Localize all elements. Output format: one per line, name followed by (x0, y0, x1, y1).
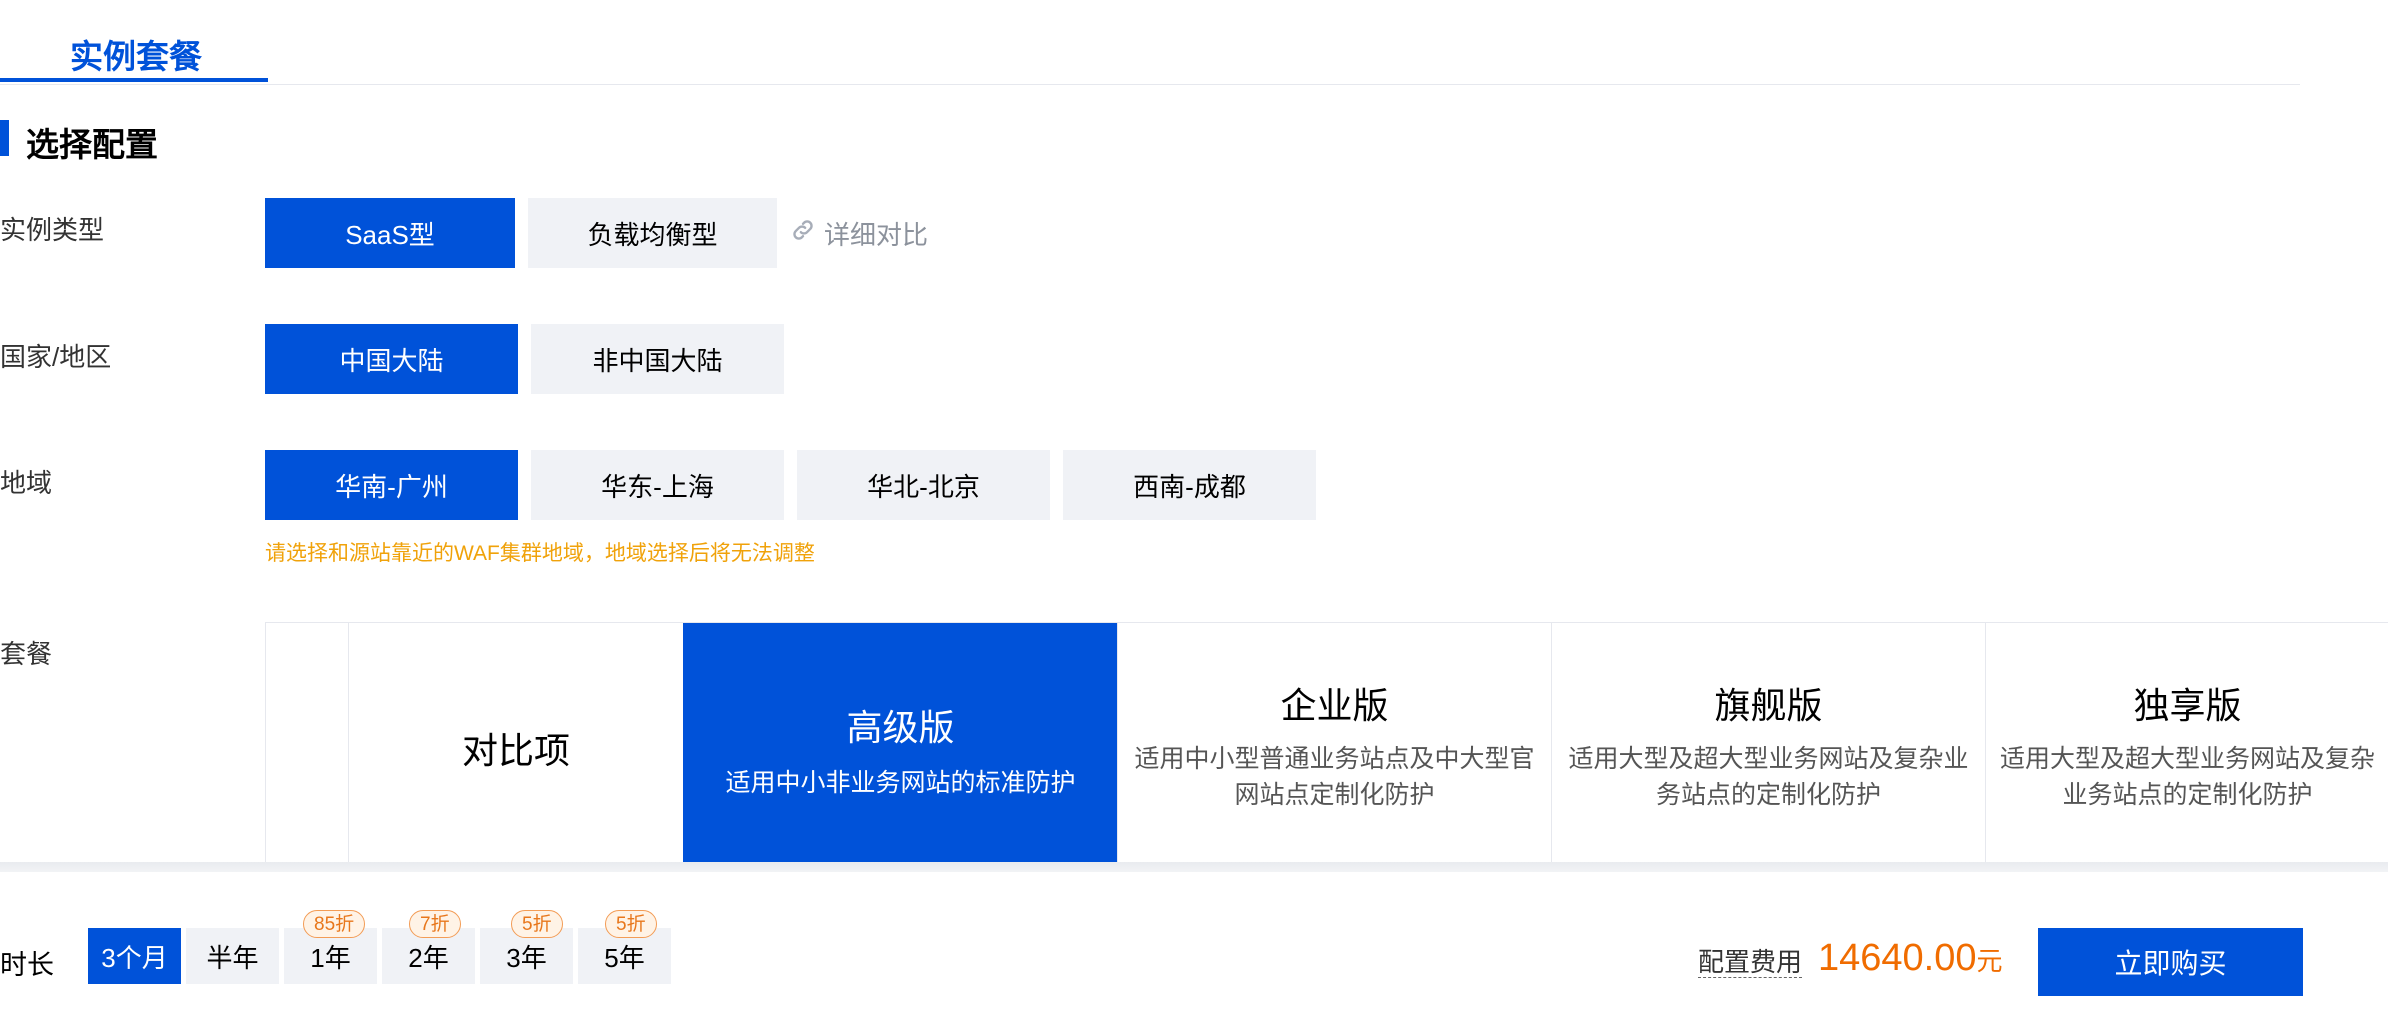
plan-desc: 适用中小非业务网站的标准防护 (725, 769, 1076, 797)
compare-link-label: 详细对比 (824, 220, 929, 250)
area-label: 地域 (0, 468, 53, 498)
area-option-chengdu[interactable]: 西南-成都 (1063, 450, 1316, 520)
plan-desc: 适用中小型普通业务站点及中大型官网站点定制化防护 (1134, 745, 1535, 809)
compare-link[interactable]: 详细对比 (790, 215, 928, 252)
compare-header: 对比项 (348, 623, 683, 873)
plan-name: 企业版 (1280, 685, 1389, 726)
plan-name: 高级版 (846, 707, 955, 748)
buy-now-button[interactable]: 立即购买 (2038, 928, 2303, 996)
fee-amount: 14640.00元 (1818, 937, 2003, 980)
fee-value: 14640.00 (1818, 937, 1977, 979)
instance-type-label: 实例类型 (0, 215, 105, 245)
link-icon (790, 217, 816, 250)
plan-name: 独享版 (2133, 685, 2242, 726)
plan-advanced[interactable]: 高级版 适用中小非业务网站的标准防护 (683, 623, 1117, 873)
tab-active-underline (0, 78, 268, 82)
package-table: 对比项 高级版 适用中小非业务网站的标准防护 企业版 适用中小型普通业务站点及中… (265, 622, 2388, 873)
package-table-spacer (266, 623, 348, 873)
plan-flagship[interactable]: 旗舰版 适用大型及超大型业务网站及复杂业务站点的定制化防护 (1551, 623, 1985, 873)
package-label: 套餐 (0, 639, 53, 669)
section-title: 选择配置 (26, 126, 158, 163)
area-option-guangzhou[interactable]: 华南-广州 (265, 450, 518, 520)
section-marker (0, 120, 9, 156)
area-hint: 请选择和源站靠近的WAF集群地域，地域选择后将无法调整 (265, 542, 815, 565)
discount-badge: 85折 (303, 910, 366, 938)
duration-label: 时长 (0, 950, 54, 980)
area-option-shanghai[interactable]: 华东-上海 (531, 450, 784, 520)
duration-option-3m[interactable]: 3个月 (88, 928, 181, 984)
discount-badge: 5折 (511, 910, 563, 938)
plan-exclusive[interactable]: 独享版 适用大型及超大型业务网站及复杂业务站点的定制化防护 (1985, 623, 2388, 873)
discount-badge: 5折 (605, 910, 657, 938)
country-option-non-mainland[interactable]: 非中国大陆 (531, 324, 784, 394)
tab-bar (0, 0, 2300, 85)
fee-unit: 元 (1976, 946, 2003, 976)
plan-enterprise[interactable]: 企业版 适用中小型普通业务站点及中大型官网站点定制化防护 (1117, 623, 1551, 873)
instance-type-option-lb[interactable]: 负载均衡型 (528, 198, 777, 268)
plan-desc: 适用大型及超大型业务网站及复杂业务站点的定制化防护 (1568, 745, 1969, 809)
country-region-label: 国家/地区 (0, 342, 112, 372)
fee-label: 配置费用 (1698, 947, 1803, 978)
plan-name: 旗舰版 (1714, 685, 1823, 726)
country-option-mainland[interactable]: 中国大陆 (265, 324, 518, 394)
duration-option-6m[interactable]: 半年 (186, 928, 279, 984)
discount-badge: 7折 (409, 910, 461, 938)
plan-desc: 适用大型及超大型业务网站及复杂业务站点的定制化防护 (1999, 745, 2375, 809)
area-option-beijing[interactable]: 华北-北京 (797, 450, 1050, 520)
instance-type-option-saas[interactable]: SaaS型 (265, 198, 515, 268)
tab-instance-package[interactable]: 实例套餐 (70, 30, 202, 78)
